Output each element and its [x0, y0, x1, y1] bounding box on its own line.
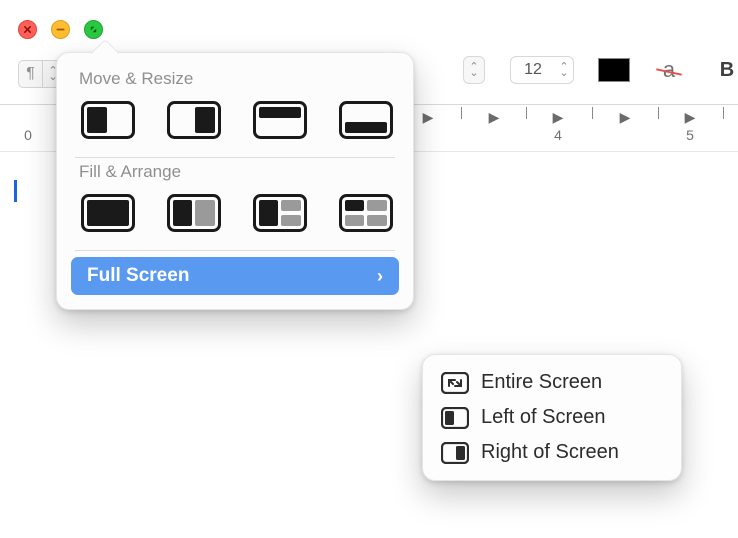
paragraph-style-button[interactable]: ¶ — [18, 60, 42, 88]
tile-quadrants[interactable] — [339, 194, 393, 232]
window-zoom-menu: Move & Resize Fill & Arrange Full — [56, 52, 414, 310]
updown-caret-icon: ⌃⌄ — [469, 64, 478, 76]
left-of-screen-icon — [441, 407, 469, 429]
font-size-value: 12 — [511, 61, 555, 79]
tile-top-half[interactable] — [253, 101, 307, 139]
tab-marker-icon[interactable]: ▶ — [685, 109, 696, 126]
fill-arrange-row — [63, 188, 407, 246]
tile-fill[interactable] — [81, 194, 135, 232]
submenu-item-entire-screen[interactable]: Entire Screen — [433, 365, 671, 400]
entire-screen-icon — [441, 372, 469, 394]
menu-item-full-screen[interactable]: Full Screen › — [71, 257, 399, 295]
divider — [75, 157, 395, 158]
tile-left-and-right[interactable] — [167, 194, 221, 232]
chevron-right-icon: › — [377, 266, 383, 287]
ruler-number: 5 — [686, 127, 694, 143]
tab-marker-icon[interactable]: ▶ — [489, 109, 500, 126]
move-resize-row — [63, 95, 407, 153]
popover-pointer — [91, 39, 119, 67]
strike-letter: a — [663, 57, 675, 83]
tab-marker-icon[interactable]: ▶ — [553, 109, 564, 126]
full-screen-submenu: Entire Screen Left of Screen Right of Sc… — [422, 354, 682, 481]
submenu-item-right-of-screen[interactable]: Right of Screen — [433, 435, 671, 470]
ruler-number: 0 — [24, 127, 32, 143]
tile-bottom-half[interactable] — [339, 101, 393, 139]
divider — [75, 250, 395, 251]
ruler-number: 4 — [554, 127, 562, 143]
font-family-select[interactable]: ⌃⌄ — [463, 56, 485, 84]
pilcrow-icon: ¶ — [26, 65, 35, 83]
text-cursor — [14, 180, 17, 202]
section-title-fill-arrange: Fill & Arrange — [63, 162, 407, 188]
section-title-move-resize: Move & Resize — [63, 69, 407, 95]
updown-caret-icon: ⌃⌄ — [559, 64, 568, 76]
close-button[interactable] — [18, 20, 37, 39]
text-color-well[interactable] — [598, 58, 630, 82]
full-screen-label: Full Screen — [87, 265, 189, 287]
font-size-stepper[interactable]: 12 ⌃⌄ — [510, 56, 574, 84]
window-traffic-lights — [18, 20, 103, 39]
right-of-screen-icon — [441, 442, 469, 464]
submenu-item-left-of-screen[interactable]: Left of Screen — [433, 400, 671, 435]
tab-marker-icon[interactable]: ▶ — [620, 109, 631, 126]
tile-left-stack[interactable] — [253, 194, 307, 232]
tab-marker-icon[interactable]: ▶ — [423, 109, 434, 126]
minimize-button[interactable] — [51, 20, 70, 39]
bold-button[interactable]: B — [713, 56, 738, 84]
strikethrough-button[interactable]: a — [654, 56, 684, 84]
bold-label: B — [720, 59, 734, 82]
submenu-label: Right of Screen — [481, 441, 619, 464]
tile-right-half[interactable] — [167, 101, 221, 139]
submenu-label: Entire Screen — [481, 371, 602, 394]
tile-left-half[interactable] — [81, 101, 135, 139]
submenu-label: Left of Screen — [481, 406, 606, 429]
zoom-button[interactable] — [84, 20, 103, 39]
